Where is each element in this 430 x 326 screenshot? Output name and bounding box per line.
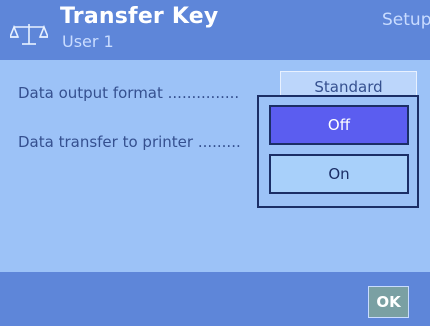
title-bar: Transfer Key User 1 Setup [0, 0, 430, 60]
option-popup: Off On [257, 95, 419, 208]
section-label: Setup [382, 10, 430, 30]
footer-bar: OK [0, 272, 430, 326]
data-transfer-to-printer-label: Data transfer to printer ......... [18, 133, 241, 151]
option-off-button[interactable]: Off [269, 105, 409, 145]
user-subtitle: User 1 [62, 32, 114, 51]
balance-scale-icon [10, 24, 48, 45]
data-output-format-label: Data output format ............... [18, 84, 240, 102]
transfer-key-screen: Transfer Key User 1 Setup Data output fo… [0, 0, 430, 326]
page-title: Transfer Key [60, 4, 219, 29]
option-on-button[interactable]: On [269, 154, 409, 194]
ok-button[interactable]: OK [368, 286, 409, 318]
